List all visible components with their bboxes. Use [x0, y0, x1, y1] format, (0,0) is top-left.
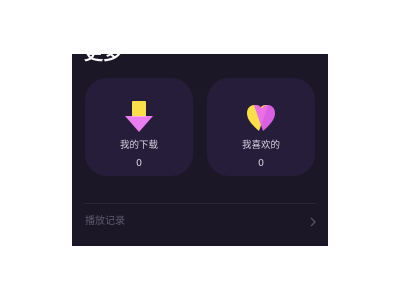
play-history-row[interactable]: 播放记录 — [72, 210, 328, 234]
my-downloads-label: 我的下载 — [119, 140, 158, 151]
chevron-right-icon — [310, 217, 316, 227]
favorites-card[interactable]: 我喜欢的 0 — [207, 78, 315, 176]
section-title: 更多 — [84, 54, 122, 64]
favorites-count: 0 — [257, 158, 265, 169]
favorites-label: 我喜欢的 — [241, 140, 280, 151]
my-downloads-card[interactable]: 我的下载 0 — [85, 78, 193, 176]
play-history-label: 播放记录 — [85, 216, 125, 227]
my-downloads-count: 0 — [135, 158, 143, 169]
more-panel: 更多 我的下载 0 我喜欢的 0 播放记录 — [72, 54, 328, 246]
divider — [84, 203, 316, 204]
heart-icon — [247, 105, 275, 131]
download-arrow-icon — [125, 101, 153, 132]
